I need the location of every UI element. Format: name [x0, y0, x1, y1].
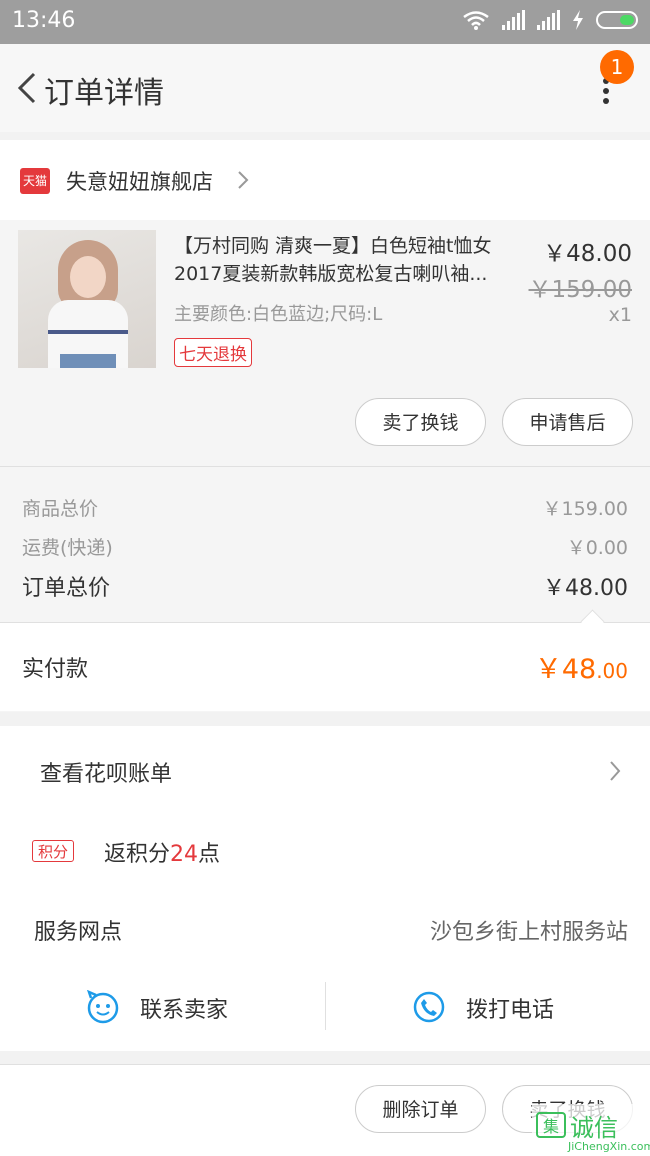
shop-row[interactable]: 天猫 失意妞妞旗舰店: [0, 140, 650, 220]
return-policy-tag: 七天退换: [174, 338, 252, 367]
status-bar: 13:46: [0, 0, 650, 44]
phone-icon: [413, 991, 445, 1023]
call-phone-label: 拨打电话: [466, 998, 555, 1023]
shop-name[interactable]: 失意妞妞旗舰店: [66, 166, 213, 196]
shipping-label: 运费(快递): [22, 537, 113, 559]
watermark-logo-icon: 集: [536, 1112, 566, 1138]
order-total-value: ￥48.00: [543, 576, 628, 601]
points-icon: 积分: [32, 840, 74, 862]
notification-badge: 1: [600, 50, 634, 84]
nav-header: 订单详情 1: [0, 44, 650, 132]
order-total-label: 订单总价: [22, 576, 111, 601]
service-station-label: 服务网点: [34, 920, 123, 945]
contact-seller-label: 联系卖家: [140, 998, 229, 1023]
service-station-value: 沙包乡街上村服务站: [429, 920, 628, 945]
product-card[interactable]: 【万村同购 清爽一夏】白色短袖t恤女 2017夏装新款韩版宽松复古喇叭袖... …: [0, 220, 650, 466]
charging-icon: [573, 10, 583, 30]
shipping-value: ￥0.00: [566, 537, 628, 559]
goods-total-value: ￥159.00: [542, 498, 628, 520]
status-time: 13:46: [12, 8, 76, 33]
watermark-url: JiChengXin.com: [568, 1140, 650, 1153]
paid-amount-row: 实付款 ￥48.00: [0, 623, 650, 711]
wifi-icon: [463, 11, 489, 30]
paid-amount: ￥48.00: [534, 654, 628, 685]
page-title: 订单详情: [44, 76, 164, 111]
smile-chat-icon: [87, 990, 119, 1024]
watermark-name: 诚信: [570, 1114, 618, 1142]
tmall-icon: 天猫: [20, 168, 50, 194]
service-panel: 查看花呗账单 积分 返积分24点 服务网点 沙包乡街上村服务站 联系卖家 拨打电…: [0, 726, 650, 1051]
product-title-line1: 【万村同购 清爽一夏】白色短袖t恤女: [174, 235, 492, 257]
price-summary: 商品总价 ￥159.00 运费(快递) ￥0.00 订单总价 ￥48.00 实付…: [0, 466, 650, 712]
product-image[interactable]: [18, 230, 156, 368]
product-quantity: x1: [608, 304, 632, 326]
back-icon[interactable]: [12, 68, 44, 108]
product-spec: 主要颜色:白色蓝边;尺码:L: [174, 304, 383, 325]
product-title[interactable]: 【万村同购 清爽一夏】白色短袖t恤女 2017夏装新款韩版宽松复古喇叭袖...: [174, 232, 524, 288]
paid-label: 实付款: [22, 657, 89, 682]
delete-order-button[interactable]: 删除订单: [355, 1085, 486, 1133]
product-price: ￥48.00: [543, 241, 632, 267]
site-watermark: 集 诚信 JiChengXin.com: [532, 1104, 650, 1155]
signal-icon: [537, 10, 560, 30]
after-sale-button[interactable]: 申请售后: [502, 398, 633, 446]
chevron-right-icon: [610, 761, 621, 781]
goods-total-label: 商品总价: [22, 498, 99, 520]
product-title-line2: 2017夏装新款韩版宽松复古喇叭袖...: [174, 263, 488, 285]
call-phone-button[interactable]: 拨打电话: [326, 982, 650, 1032]
contact-seller-button[interactable]: 联系卖家: [0, 982, 325, 1032]
huabei-bill-link[interactable]: 查看花呗账单: [40, 756, 172, 788]
points-text: 返积分24点: [104, 842, 221, 867]
product-original-price: ￥159.00: [528, 277, 632, 303]
battery-icon: [596, 11, 638, 29]
chevron-right-icon: [238, 171, 249, 189]
signal-icon: [502, 10, 525, 30]
sell-for-cash-button[interactable]: 卖了换钱: [355, 398, 486, 446]
